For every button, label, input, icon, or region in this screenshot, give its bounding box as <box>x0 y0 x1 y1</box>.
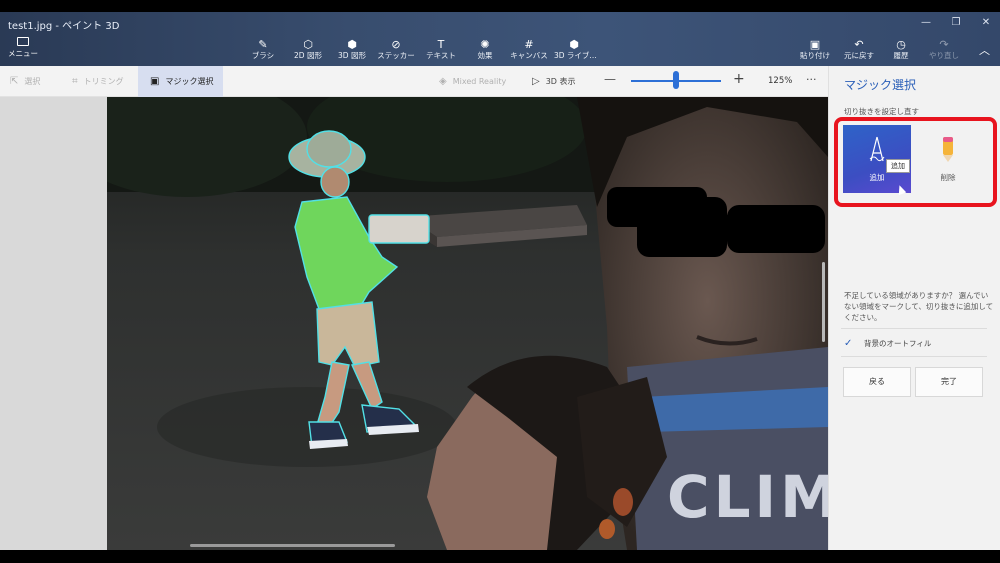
maximize-button[interactable]: ❐ <box>944 16 968 30</box>
canvas-icon: # <box>524 38 534 51</box>
crop-label: トリミング <box>83 77 124 86</box>
redo-button[interactable]: ↷ やり直し <box>928 38 960 64</box>
menu-button[interactable]: メニュー <box>6 37 40 63</box>
tool-effects[interactable]: ✺ 効果 <box>472 38 498 64</box>
history-icon: ◷ <box>896 38 906 51</box>
crop-tool[interactable]: ⌗ トリミング <box>72 66 124 97</box>
tool-3d-library[interactable]: ⬢ 3D ライブ... <box>554 38 597 64</box>
history-button[interactable]: ◷ 履歴 <box>888 38 914 64</box>
vertical-scrollbar[interactable] <box>822 262 825 342</box>
panel-help-message: 不足している領域がありますか？ 選んでいない領域をマークして、切り抜きに追加して… <box>844 291 994 322</box>
redo-label: やり直し <box>929 51 959 60</box>
select-label: 選択 <box>24 77 41 86</box>
paste-label: 貼り付け <box>800 51 830 60</box>
shapes-2d-icon: ⬡ <box>303 38 313 51</box>
mixed-reality-label: Mixed Reality <box>452 77 507 86</box>
panel-divider <box>841 328 987 329</box>
tool-text-label: テキスト <box>426 51 456 60</box>
paste-button[interactable]: ▣ 貼り付け <box>798 38 832 64</box>
history-label: 履歴 <box>893 51 909 60</box>
redo-icon: ↷ <box>939 38 949 51</box>
undo-icon: ↶ <box>854 38 864 51</box>
autofill-label: 背景のオートフィル <box>864 339 932 348</box>
view-3d-button[interactable]: ▷ 3D 表示 <box>532 66 576 97</box>
tool-3d-library-label: 3D ライブ... <box>554 51 597 60</box>
tool-effects-label: 効果 <box>477 51 493 60</box>
panel-title: マジック選択 <box>844 78 917 92</box>
tool-stickers-label: ステッカー <box>377 51 415 60</box>
magic-select-label: マジック選択 <box>165 77 214 86</box>
tool-brush[interactable]: ✎ ブラシ <box>248 38 278 64</box>
tool-brush-label: ブラシ <box>251 51 275 60</box>
tool-text[interactable]: T テキスト <box>424 38 458 64</box>
minimize-button[interactable]: — <box>914 16 938 30</box>
zoom-out-button[interactable]: — <box>604 72 616 86</box>
panel-divider <box>841 356 987 357</box>
zoom-slider-thumb[interactable] <box>673 71 679 89</box>
add-tooltip: 追加 <box>886 159 910 173</box>
view-3d-label: 3D 表示 <box>545 77 576 86</box>
checkmark-icon: ✓ <box>844 338 853 349</box>
menu-label: メニュー <box>8 49 38 58</box>
letterbox-bottom <box>0 550 1000 563</box>
menu-icon <box>17 37 29 46</box>
cube-icon: ⬢ <box>347 38 357 51</box>
brush-icon: ✎ <box>258 38 268 51</box>
tool-canvas-label: キャンバス <box>510 51 548 60</box>
back-button[interactable]: 戻る <box>843 367 911 397</box>
window-title: test1.jpg - ペイント 3D <box>8 21 120 32</box>
tool-2d-shapes[interactable]: ⬡ 2D 図形 <box>290 38 326 64</box>
zoom-percentage: 125% <box>768 76 793 86</box>
svg-text:CLIM: CLIM <box>667 463 828 531</box>
mixed-reality-icon: ◈ <box>439 76 447 87</box>
zoom-in-button[interactable]: + <box>733 71 745 87</box>
photo-image: CLIM <box>107 97 828 550</box>
mixed-reality-button[interactable]: ◈ Mixed Reality <box>439 66 506 97</box>
paste-icon: ▣ <box>809 38 821 51</box>
magic-select-tool[interactable]: ▣ マジック選択 <box>138 66 223 97</box>
done-button[interactable]: 完了 <box>915 367 983 397</box>
text-icon: T <box>437 38 445 51</box>
tool-canvas[interactable]: # キャンバス <box>510 38 548 64</box>
select-tool[interactable]: ⇱ 選択 <box>10 66 40 97</box>
more-options-button[interactable]: ··· <box>806 73 817 86</box>
red-highlight-annotation <box>834 117 997 207</box>
tool-2d-shapes-label: 2D 図形 <box>294 51 322 60</box>
autofill-checkbox[interactable]: ✓ 背景のオートフィル <box>844 336 931 352</box>
tool-3d-shapes[interactable]: ⬢ 3D 図形 <box>334 38 370 64</box>
collapse-toolbar-chevron-icon[interactable]: ︿ <box>979 42 990 58</box>
pointer-icon: ⇱ <box>10 76 19 87</box>
letterbox-top <box>0 0 1000 12</box>
tool-stickers[interactable]: ⊘ ステッカー <box>376 38 416 64</box>
tool-3d-shapes-label: 3D 図形 <box>338 51 366 60</box>
title-bar: test1.jpg - ペイント 3D — ❐ ✕ メニュー ✎ ブラシ ⬡ 2… <box>0 12 1000 66</box>
undo-button[interactable]: ↶ 元に戻す <box>842 38 876 64</box>
view-3d-icon: ▷ <box>532 76 540 87</box>
crop-icon: ⌗ <box>72 76 78 87</box>
sticker-icon: ⊘ <box>391 38 401 51</box>
photo-canvas[interactable]: CLIM <box>107 97 828 550</box>
horizontal-scrollbar[interactable] <box>190 544 395 547</box>
magic-select-icon: ▣ <box>150 76 160 87</box>
close-button[interactable]: ✕ <box>974 16 998 30</box>
effects-icon: ✺ <box>480 38 490 51</box>
panel-subtitle: 切り抜きを設定し直す <box>844 107 919 116</box>
undo-label: 元に戻す <box>844 51 874 60</box>
library-3d-icon: ⬢ <box>569 38 579 51</box>
